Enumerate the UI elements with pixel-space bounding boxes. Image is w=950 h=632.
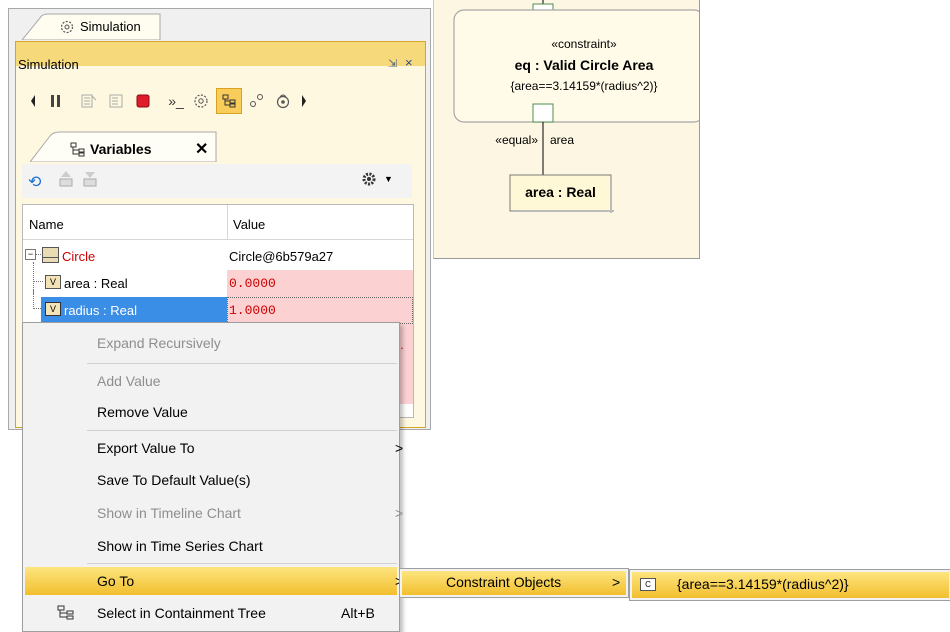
menu-add-value[interactable]: Add Value: [97, 373, 161, 389]
simulation-tab-label: Simulation: [80, 19, 141, 34]
constraint-icon: C: [640, 578, 656, 591]
options-dropdown-icon[interactable]: ▼: [384, 174, 393, 184]
variables-tab-label: Variables: [90, 141, 152, 157]
variables-close-icon[interactable]: ✕: [195, 139, 208, 159]
menu-show-time-series[interactable]: Show in Time Series Chart: [97, 538, 263, 554]
refresh-icon[interactable]: ⟲: [28, 172, 41, 192]
row-name: area : Real: [64, 276, 128, 291]
run-to-icon[interactable]: »_: [163, 90, 189, 112]
simulation-outer-tab[interactable]: Simulation: [22, 12, 162, 40]
lock-icon[interactable]: [272, 90, 294, 112]
menu-select-containment[interactable]: Select in Containment Tree: [97, 605, 266, 621]
variables-icon[interactable]: [216, 88, 242, 114]
submenu-arrow-icon: >: [395, 505, 404, 521]
options-gear-icon[interactable]: [360, 170, 378, 191]
value-property-icon: V: [45, 302, 61, 316]
shortcut-alt-b: Alt+B: [341, 605, 375, 621]
column-name[interactable]: Name: [29, 217, 64, 232]
row-name: Circle: [62, 249, 96, 264]
simulation-settings-icon[interactable]: [190, 90, 212, 112]
panel-close-icon[interactable]: ×: [405, 55, 413, 70]
variables-tab[interactable]: Variables ✕: [30, 130, 218, 162]
connector-stereotype: «equal»: [495, 133, 538, 147]
row-value[interactable]: 1.0000: [229, 303, 276, 318]
table-row-area[interactable]: V area : Real 0.0000: [23, 262, 413, 297]
diagram-canvas[interactable]: «constraint» eq : Valid Circle Area {are…: [433, 0, 700, 259]
value-property-icon: V: [45, 275, 61, 289]
export-icon[interactable]: [58, 170, 74, 191]
row-value[interactable]: 0.0000: [229, 276, 276, 291]
row-name: radius : Real: [64, 303, 137, 318]
submenu-arrow-icon: >: [395, 440, 404, 456]
block-icon: [42, 247, 59, 263]
menu-expand-recursively[interactable]: Expand Recursively: [97, 335, 221, 351]
panel-title: Simulation: [18, 57, 79, 72]
restore-icon[interactable]: ⇲: [388, 57, 397, 70]
menu-export-value-to[interactable]: Export Value To: [97, 440, 195, 456]
menu-go-to[interactable]: Go To: [97, 573, 134, 589]
step-forward-icon[interactable]: [296, 90, 312, 112]
variables-toolbar: ⟲ ▼: [22, 164, 412, 198]
constraint-objects-submenu: C {area==3.14159*(radius^2)}: [629, 569, 950, 601]
table-row-circle[interactable]: − Circle Circle@6b579a27: [23, 243, 413, 270]
step-back-icon[interactable]: [24, 90, 42, 112]
step-into-icon[interactable]: [78, 90, 100, 112]
menu-goto-highlight[interactable]: [25, 567, 397, 595]
breakpoints-icon[interactable]: [246, 90, 268, 112]
menu-constraint-target[interactable]: {area==3.14159*(radius^2)}: [677, 576, 849, 592]
pause-icon[interactable]: [45, 90, 67, 112]
context-menu: Expand Recursively Add Value Remove Valu…: [22, 322, 404, 632]
containment-tree-icon: [57, 605, 75, 624]
menu-remove-value[interactable]: Remove Value: [97, 404, 188, 420]
column-value[interactable]: Value: [233, 217, 265, 232]
step-over-icon[interactable]: [106, 90, 128, 112]
constraint-name: eq : Valid Circle Area: [514, 57, 654, 73]
menu-constraint-objects[interactable]: Constraint Objects: [446, 574, 561, 590]
constraint-expression: {area==3.14159*(radius^2)}: [510, 79, 658, 93]
stop-icon[interactable]: [132, 90, 154, 112]
row-value: Circle@6b579a27: [229, 249, 334, 264]
goto-submenu: Constraint Objects >: [399, 568, 629, 598]
simulation-icon: [60, 20, 74, 34]
variables-tab-icon: [70, 142, 85, 157]
submenu-arrow-icon: >: [612, 574, 621, 590]
part-label: area : Real: [525, 184, 596, 200]
bottom-port: [532, 103, 554, 123]
menu-save-default[interactable]: Save To Default Value(s): [97, 472, 251, 488]
import-icon[interactable]: [82, 170, 98, 191]
table-row-radius[interactable]: V radius : Real 1.0000: [23, 289, 413, 324]
menu-show-timeline[interactable]: Show in Timeline Chart: [97, 505, 241, 521]
connector-label: area: [550, 133, 575, 147]
constraint-stereotype: «constraint»: [551, 37, 617, 51]
